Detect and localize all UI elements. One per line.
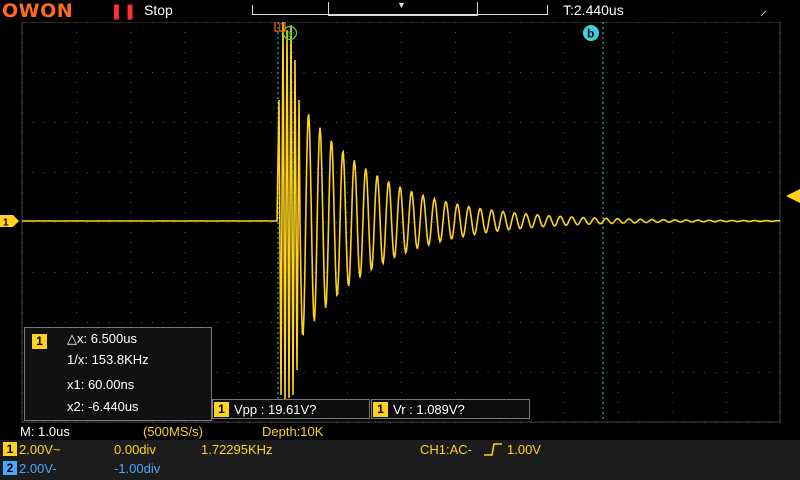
frequency-readout: 1.72295KHz [201, 442, 273, 457]
channel-badge: 1 [214, 402, 229, 417]
ch2-offset[interactable]: -1.00div [114, 461, 160, 476]
owon-logo: OWON [2, 0, 74, 22]
vr-value: Vr : 1.089V? [393, 402, 465, 417]
vr-measurement[interactable]: 1 Vr : 1.089V? [371, 399, 530, 419]
run-state-label[interactable]: Stop [144, 2, 173, 18]
cursor-b-badge[interactable]: b [583, 25, 599, 41]
trigger-source[interactable]: CH1:AC- [420, 442, 472, 457]
inverse-delta-x-readout: 1/x: 153.8KHz [67, 352, 149, 367]
ch2-badge[interactable]: 2 [3, 461, 17, 475]
timebase-readout[interactable]: M: 1.0us [20, 424, 70, 439]
trigger-level[interactable]: 1.00V [507, 442, 541, 457]
memory-position-bar[interactable]: ▼ [252, 0, 550, 18]
vpp-measurement[interactable]: 1 Vpp : 19.61V? [212, 399, 370, 419]
x1-readout: x1: 60.00ns [67, 377, 135, 392]
sample-rate-readout: (500MS/s) [143, 424, 203, 439]
rising-edge-icon [484, 443, 502, 456]
ch1-badge[interactable]: 1 [3, 442, 17, 456]
ch2-scale[interactable]: 2.00V- [19, 461, 57, 476]
ch1-offset[interactable]: 0.00div [114, 442, 156, 457]
cursor-measurement-panel: 1 △x: 6.500us 1/x: 153.8KHz x1: 60.00ns … [24, 327, 212, 421]
usb-icon: ⸝ [760, 2, 767, 18]
channel-badge: 1 [32, 334, 47, 349]
memory-position-marker-icon: ▼ [397, 0, 406, 10]
channel-status-bar: 1 2.00V~ 0.00div 1.72295KHz CH1:AC- 1.00… [0, 440, 800, 480]
vpp-value: Vpp : 19.61V? [234, 402, 317, 417]
ch1-ground-marker[interactable]: 1 [0, 215, 19, 229]
acquisition-status-bar: M: 1.0us (500MS/s) Depth:10K [0, 423, 800, 440]
x2-readout: x2: -6.440us [67, 399, 139, 414]
delta-x-readout: △x: 6.500us [67, 331, 137, 346]
trigger-level-marker[interactable] [786, 189, 800, 203]
channel-badge: 1 [373, 402, 388, 417]
svg-text:a: a [287, 29, 293, 40]
svg-text:T: T [277, 22, 283, 32]
svg-text:b: b [587, 27, 594, 41]
pause-icon[interactable]: ❚❚ [110, 2, 137, 20]
memory-depth-readout[interactable]: Depth:10K [262, 424, 323, 439]
svg-text:1: 1 [3, 218, 9, 229]
trigger-time-label[interactable]: T:2.440us [563, 2, 624, 18]
ch1-scale[interactable]: 2.00V~ [19, 442, 61, 457]
top-bar: OWON ❚❚ Stop ▼ T:2.440us ⸝ [0, 0, 800, 22]
